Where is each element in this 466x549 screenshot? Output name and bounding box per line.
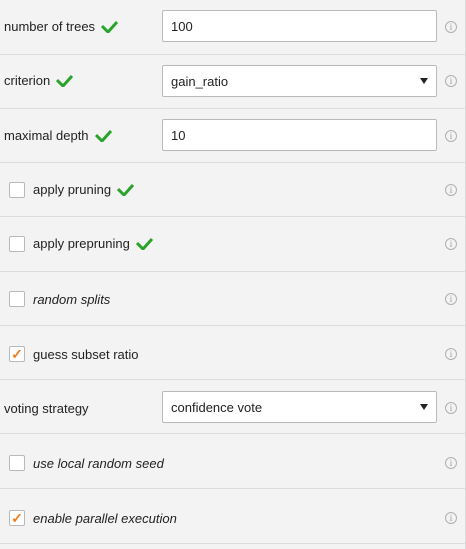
dropdown-arrow-icon[interactable] xyxy=(420,404,428,410)
use-local-random-seed-checkbox[interactable] xyxy=(9,455,25,471)
apply-pruning-checkbox[interactable] xyxy=(9,182,25,198)
param-label-random-splits: random splits xyxy=(33,292,111,307)
info-icon[interactable]: i xyxy=(445,75,457,87)
info-icon[interactable]: i xyxy=(445,184,457,196)
green-check-icon xyxy=(56,74,74,87)
param-row-apply-prepruning: apply prepruning i xyxy=(0,217,465,272)
info-icon[interactable]: i xyxy=(445,457,457,469)
param-row-random-splits: random splits i xyxy=(0,272,465,326)
checkmark-icon: ✓ xyxy=(11,346,23,362)
green-check-icon xyxy=(135,237,153,250)
info-icon[interactable]: i xyxy=(445,402,457,414)
param-label-guess-subset-ratio: guess subset ratio xyxy=(33,347,139,362)
param-label-number-of-trees: number of trees xyxy=(4,19,119,34)
info-icon[interactable]: i xyxy=(445,21,457,33)
info-icon[interactable]: i xyxy=(445,348,457,360)
checkmark-icon: ✓ xyxy=(11,510,23,526)
param-row-criterion: criterion gain_ratio i xyxy=(0,55,465,109)
param-row-apply-pruning: apply pruning i xyxy=(0,163,465,217)
param-row-use-local-random-seed: use local random seed i xyxy=(0,434,465,489)
green-check-icon xyxy=(101,20,119,33)
param-row-number-of-trees: number of trees 100 i xyxy=(0,0,465,55)
green-check-icon xyxy=(117,183,135,196)
number-of-trees-input[interactable]: 100 xyxy=(162,10,437,42)
voting-strategy-dropdown[interactable]: confidence vote xyxy=(162,391,437,423)
param-label-apply-pruning: apply pruning xyxy=(33,182,135,197)
param-label-maximal-depth: maximal depth xyxy=(4,128,112,143)
guess-subset-ratio-checkbox[interactable]: ✓ xyxy=(9,346,25,362)
param-label-apply-prepruning: apply prepruning xyxy=(33,236,153,251)
param-row-maximal-depth: maximal depth 10 i xyxy=(0,109,465,163)
info-icon[interactable]: i xyxy=(445,238,457,250)
param-label-voting-strategy: voting strategy xyxy=(4,401,89,416)
param-row-enable-parallel-execution: ✓ enable parallel execution i xyxy=(0,489,465,544)
apply-prepruning-checkbox[interactable] xyxy=(9,236,25,252)
random-splits-checkbox[interactable] xyxy=(9,291,25,307)
param-row-guess-subset-ratio: ✓ guess subset ratio i xyxy=(0,326,465,380)
param-label-enable-parallel-execution: enable parallel execution xyxy=(33,511,177,526)
info-icon[interactable]: i xyxy=(445,130,457,142)
info-icon[interactable]: i xyxy=(445,293,457,305)
enable-parallel-execution-checkbox[interactable]: ✓ xyxy=(9,510,25,526)
param-row-voting-strategy: voting strategy confidence vote i xyxy=(0,380,465,434)
maximal-depth-input[interactable]: 10 xyxy=(162,119,437,151)
param-label-use-local-random-seed: use local random seed xyxy=(33,456,164,471)
dropdown-arrow-icon[interactable] xyxy=(420,78,428,84)
param-label-criterion: criterion xyxy=(4,73,74,88)
criterion-dropdown[interactable]: gain_ratio xyxy=(162,65,437,97)
parameters-panel: number of trees 100 i criterion gain_rat… xyxy=(0,0,466,549)
info-icon[interactable]: i xyxy=(445,512,457,524)
green-check-icon xyxy=(94,129,112,142)
